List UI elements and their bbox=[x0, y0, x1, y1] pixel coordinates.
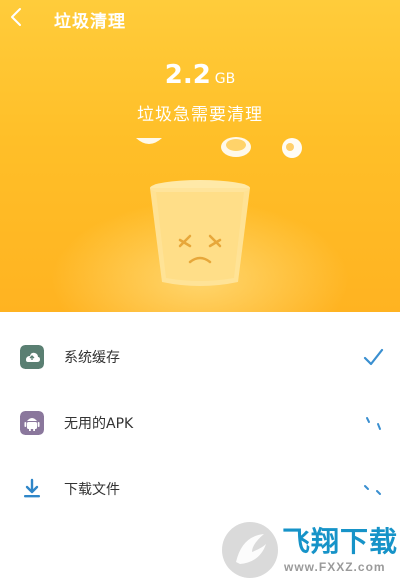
list-item-system-cache[interactable]: 系统缓存 bbox=[0, 336, 400, 384]
watermark-logo-icon bbox=[222, 522, 278, 578]
android-icon bbox=[20, 411, 44, 435]
particle-left bbox=[136, 138, 162, 144]
watermark-url: www.FXXZ.com bbox=[284, 560, 386, 574]
top-bar: 垃圾清理 bbox=[0, 0, 400, 36]
cloud-icon bbox=[20, 345, 44, 369]
junk-subtitle: 垃圾急需要清理 bbox=[137, 105, 263, 125]
particle-right bbox=[282, 138, 302, 158]
list-item-useless-apk[interactable]: 无用的APK bbox=[0, 402, 400, 450]
trash-cup-icon bbox=[150, 180, 250, 286]
list-item-label: 系统缓存 bbox=[64, 350, 120, 366]
watermark: 飞翔下载 www.FXXZ.com bbox=[222, 520, 398, 582]
junk-size-unit: GB bbox=[214, 71, 236, 87]
chevron-left-icon bbox=[11, 8, 21, 26]
list-item-downloads[interactable]: 下载文件 bbox=[0, 468, 400, 516]
loading-spinner-icon bbox=[366, 417, 381, 430]
back-button[interactable] bbox=[6, 6, 28, 28]
list-item-label: 下载文件 bbox=[64, 482, 120, 498]
loading-spinner-icon bbox=[364, 485, 381, 495]
watermark-title: 飞翔下载 bbox=[282, 526, 399, 557]
junk-size-value: 2.2 bbox=[164, 60, 211, 90]
list-item-label: 无用的APK bbox=[64, 416, 134, 432]
page-title: 垃圾清理 bbox=[54, 12, 126, 32]
hero-banner: 垃圾清理 2.2 GB 垃圾急需要清理 bbox=[0, 0, 400, 312]
particle-middle bbox=[221, 137, 251, 157]
junk-size: 2.2 GB bbox=[0, 60, 400, 90]
download-icon bbox=[24, 478, 40, 498]
check-icon bbox=[363, 348, 384, 366]
